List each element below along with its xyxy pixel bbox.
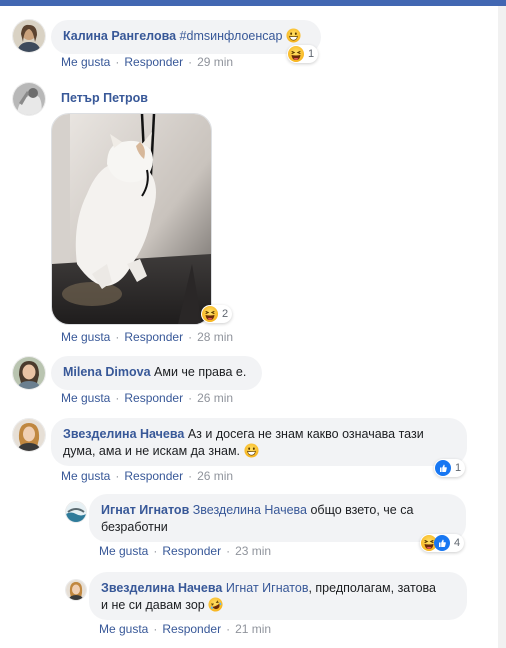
grinning-emoji-icon <box>286 28 301 43</box>
like-reaction-icon <box>434 535 450 551</box>
reaction-summary[interactable]: 1 <box>434 459 466 477</box>
timestamp[interactable]: 26 min <box>197 469 233 483</box>
reaction-count: 2 <box>222 308 229 320</box>
like-link[interactable]: Me gusta <box>61 469 110 483</box>
haha-reaction-icon <box>288 46 304 62</box>
comment-actions: Me gusta · Responder · 29 min <box>61 55 234 69</box>
comment-author[interactable]: Калина Рангелова <box>63 29 176 43</box>
avatar[interactable] <box>12 418 46 452</box>
mention-link[interactable]: Звезделина Начева <box>193 503 307 517</box>
comment-author[interactable]: Звезделина Начева <box>63 427 184 441</box>
scrollbar[interactable] <box>498 6 506 648</box>
comment-actions: Me gusta · Responder · 26 min <box>61 391 234 405</box>
like-reaction-icon <box>435 460 451 476</box>
avatar[interactable] <box>65 501 87 523</box>
reply-link[interactable]: Responder <box>162 544 221 558</box>
avatar[interactable] <box>12 19 46 53</box>
timestamp[interactable]: 26 min <box>197 391 233 405</box>
reply-link[interactable]: Responder <box>124 469 183 483</box>
avatar[interactable] <box>65 579 87 601</box>
avatar[interactable] <box>12 356 46 390</box>
reaction-count: 1 <box>455 462 462 474</box>
like-link[interactable]: Me gusta <box>61 330 110 344</box>
reply-author[interactable]: Игнат Игнатов <box>101 503 189 517</box>
top-bar <box>0 0 506 6</box>
reply-text-line2: и не си давам зор <box>101 598 205 612</box>
like-link[interactable]: Me gusta <box>61 391 110 405</box>
comment-actions: Me gusta · Responder · 26 min <box>61 469 234 483</box>
like-link[interactable]: Me gusta <box>99 544 148 558</box>
reply-actions: Me gusta · Responder · 23 min <box>99 544 272 558</box>
comment-actions: Me gusta · Responder · 28 min <box>61 330 234 344</box>
comment-bubble: Калина Рангелова #dmsинфлоенсар <box>51 20 321 54</box>
grinning-emoji-icon <box>244 443 259 458</box>
rofl-emoji-icon <box>208 597 223 612</box>
timestamp[interactable]: 23 min <box>235 544 271 558</box>
reaction-summary[interactable]: 1 <box>287 45 319 63</box>
reply-text-line1: общо взето, че са <box>310 503 414 517</box>
haha-reaction-icon <box>202 306 218 322</box>
reply-text-line1: , предполагам, затова <box>308 581 436 595</box>
reply-link[interactable]: Responder <box>162 622 221 636</box>
timestamp[interactable]: 29 min <box>197 55 233 69</box>
reply-link[interactable]: Responder <box>124 55 183 69</box>
reply-author[interactable]: Звезделина Начева <box>101 581 222 595</box>
comment-text-line1: Аз и досега не знам какво означава тази <box>187 427 424 441</box>
comment-text-line2: дума, ама и не искам да знам. <box>63 444 241 458</box>
reaction-count: 4 <box>454 537 461 549</box>
user-avatar-icon <box>13 357 45 389</box>
user-avatar-icon <box>66 502 86 522</box>
reply-bubble: Звезделина Начева Игнат Игнатов, предпол… <box>89 572 467 620</box>
comment-author[interactable]: Петър Петров <box>61 91 148 105</box>
like-link[interactable]: Me gusta <box>99 622 148 636</box>
hashtag-link[interactable]: #dmsинфлоенсар <box>180 29 283 43</box>
reply-actions: Me gusta · Responder · 21 min <box>99 622 272 636</box>
reaction-summary[interactable]: 4 <box>420 534 465 552</box>
reply-bubble: Игнат Игнатов Звезделина Начева общо взе… <box>89 494 466 542</box>
comment-bubble: Milena Dimova Ами че права е. <box>51 356 262 390</box>
reply-link[interactable]: Responder <box>124 330 183 344</box>
mention-link[interactable]: Игнат Игнатов <box>226 581 309 595</box>
comment-bubble: Звезделина Начева Аз и досега не знам ка… <box>51 418 467 466</box>
comment-photo[interactable] <box>51 113 212 325</box>
reaction-count: 1 <box>308 48 315 60</box>
timestamp[interactable]: 28 min <box>197 330 233 344</box>
user-avatar-icon <box>66 580 86 600</box>
user-avatar-icon <box>13 419 45 451</box>
user-avatar-icon <box>13 83 45 115</box>
cat-photo-image <box>52 114 211 324</box>
reply-text-line2: безработни <box>101 520 168 534</box>
avatar[interactable] <box>12 82 46 116</box>
reply-link[interactable]: Responder <box>124 391 183 405</box>
timestamp[interactable]: 21 min <box>235 622 271 636</box>
user-avatar-icon <box>13 20 45 52</box>
comment-author[interactable]: Milena Dimova <box>63 365 151 379</box>
reaction-summary[interactable]: 2 <box>201 305 233 323</box>
like-link[interactable]: Me gusta <box>61 55 110 69</box>
comment-text: Ами че права е. <box>154 365 247 379</box>
